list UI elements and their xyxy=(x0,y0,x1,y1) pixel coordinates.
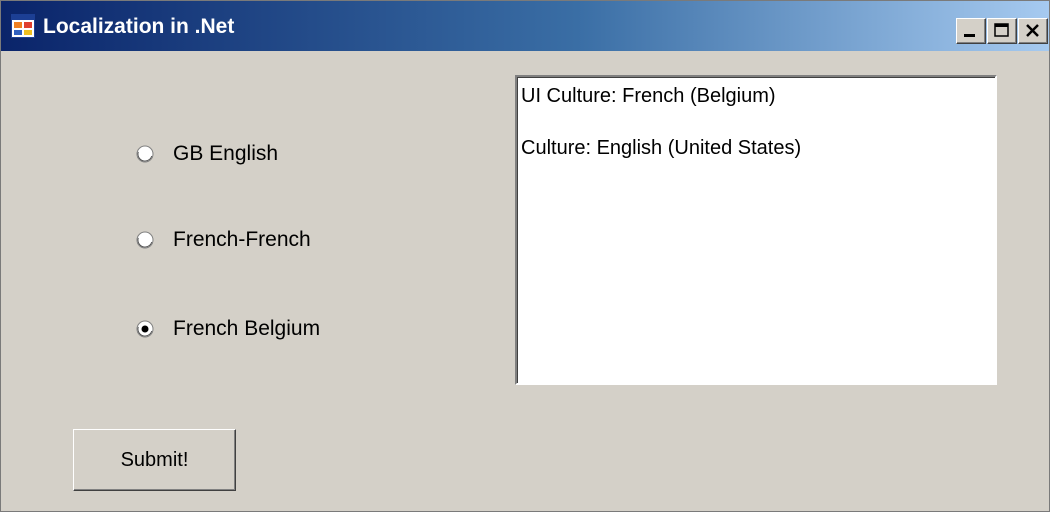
ui-culture-line: UI Culture: French (Belgium) xyxy=(521,85,776,107)
minimize-icon xyxy=(964,34,975,37)
radio-unselected-icon xyxy=(136,145,154,163)
maximize-icon xyxy=(994,23,1009,37)
minimize-button[interactable] xyxy=(956,18,986,44)
app-window: Localization in .Net GB English French-F… xyxy=(0,0,1050,512)
close-icon xyxy=(1026,24,1039,37)
radio-label-gb-english: GB English xyxy=(173,142,279,165)
radio-gb-english[interactable]: GB English xyxy=(136,139,278,169)
radio-unselected-icon xyxy=(136,231,154,249)
close-button[interactable] xyxy=(1018,18,1048,44)
submit-button[interactable]: Submit! xyxy=(73,429,236,491)
culture-line: Culture: English (United States) xyxy=(521,137,802,159)
form-window-icon xyxy=(11,14,35,38)
radio-selected-icon xyxy=(136,320,154,338)
line-spacer xyxy=(521,109,991,135)
radio-label-french-french: French-French xyxy=(173,228,311,251)
radio-french-belgium[interactable]: French Belgium xyxy=(136,314,320,344)
maximize-button[interactable] xyxy=(987,18,1017,44)
culture-output-textbox[interactable]: UI Culture: French (Belgium) Culture: En… xyxy=(515,75,997,385)
title-bar[interactable]: Localization in .Net xyxy=(1,1,1049,51)
radio-label-french-belgium: French Belgium xyxy=(173,317,321,340)
window-title: Localization in .Net xyxy=(43,15,235,38)
radio-french-french[interactable]: French-French xyxy=(136,225,311,255)
